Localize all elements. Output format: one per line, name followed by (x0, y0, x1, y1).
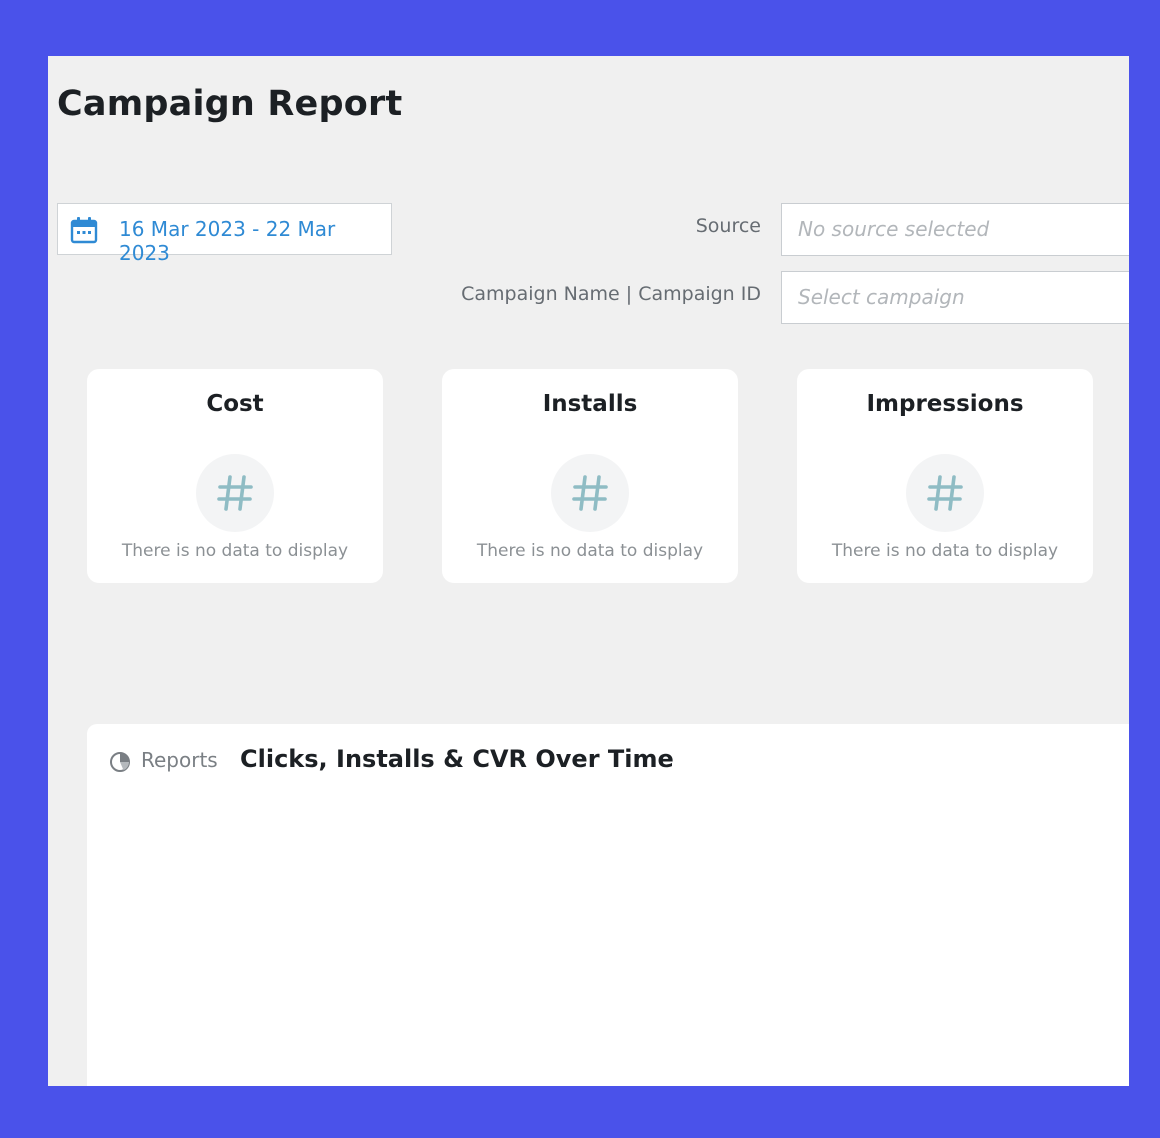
kpi-title: Installs (542, 391, 638, 417)
date-range-picker[interactable]: 16 Mar 2023 - 22 Mar 2023 (57, 203, 392, 265)
kpi-icon-circle (196, 454, 274, 532)
kpi-title: Impressions (866, 391, 1024, 417)
chart-area (87, 794, 1129, 1086)
calendar-icon (70, 217, 98, 244)
page-title: Campaign Report (57, 84, 403, 124)
report-panel: Reports Clicks, Installs & CVR Over Time (87, 724, 1129, 1086)
report-title: Clicks, Installs & CVR Over Time (240, 745, 674, 773)
source-label: Source (695, 215, 761, 237)
kpi-card-impressions: Impressions There is no data to display (797, 369, 1093, 583)
source-placeholder: No source selected (798, 217, 990, 241)
kpi-card-installs: Installs There is no data to display (442, 369, 738, 583)
kpi-card-cost: Cost There is no data to display (87, 369, 383, 583)
kpi-empty-message: There is no data to display (476, 541, 704, 561)
kpi-empty-message: There is no data to display (831, 541, 1059, 561)
source-select[interactable]: No source selected (781, 203, 1129, 256)
kpi-icon-circle (906, 454, 984, 532)
date-range-value: 16 Mar 2023 - 22 Mar 2023 (119, 217, 336, 265)
kpi-title: Cost (206, 391, 264, 417)
campaign-select[interactable]: Select campaign (781, 271, 1129, 324)
hash-icon (572, 475, 608, 511)
hash-icon (927, 475, 963, 511)
reports-tab[interactable]: Reports (141, 748, 218, 772)
hash-icon (217, 475, 253, 511)
kpi-empty-message: There is no data to display (121, 541, 349, 561)
pie-chart-icon (110, 752, 130, 772)
campaign-label: Campaign Name | Campaign ID (461, 283, 761, 305)
kpi-icon-circle (551, 454, 629, 532)
campaign-placeholder: Select campaign (798, 285, 965, 309)
app-frame: Campaign Report 16 Mar 2023 - 22 Mar 202… (48, 56, 1129, 1086)
